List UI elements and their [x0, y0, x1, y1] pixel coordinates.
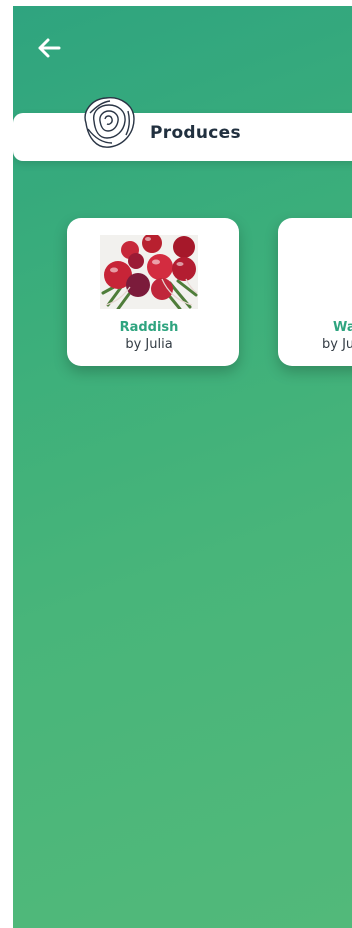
produce-name: Wa — [333, 320, 352, 335]
produce-name: Raddish — [119, 320, 179, 335]
cabbage-icon — [76, 93, 140, 151]
back-button[interactable] — [33, 32, 65, 64]
page-title: Produces — [150, 123, 241, 143]
produce-author: by Ju — [322, 337, 352, 352]
app-screen: Produces Raddish by Julia Wa by Ju — [13, 6, 352, 928]
produce-author: by Julia — [125, 337, 173, 352]
radish-photo — [100, 233, 198, 311]
produce-card-raddish[interactable]: Raddish by Julia — [67, 218, 239, 366]
produce-card-2[interactable]: Wa by Ju — [278, 218, 352, 366]
arrow-left-icon — [38, 38, 61, 58]
